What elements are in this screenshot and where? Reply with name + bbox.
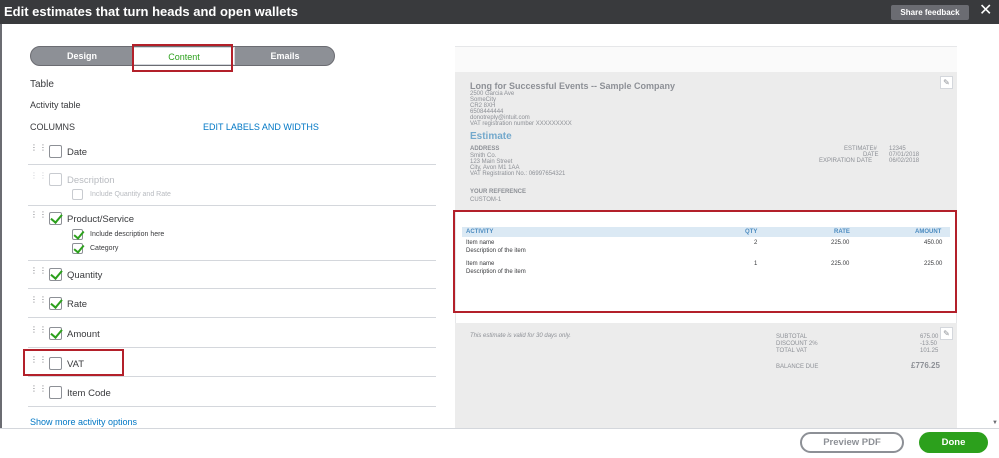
section-title: Table — [30, 79, 54, 90]
address-heading: ADDRESS — [470, 146, 500, 152]
subsection-title: Activity table — [30, 100, 81, 110]
done-button[interactable]: Done — [919, 432, 988, 453]
show-more-options-link[interactable]: Show more activity options — [30, 417, 137, 427]
content-tab-highlight — [132, 44, 233, 72]
window-title: Edit estimates that turn heads and open … — [4, 4, 299, 19]
drag-handle-icon[interactable]: ⋮⋮ — [30, 296, 47, 307]
drag-handle-icon[interactable]: ⋮⋮ — [30, 172, 47, 183]
validity-note: This estimate is valid for 30 days only. — [470, 333, 571, 339]
column-label-rate: Rate — [67, 299, 88, 310]
checkbox-product-service[interactable] — [49, 212, 62, 225]
totals-label: DISCOUNT 2% — [776, 341, 818, 347]
balance-label: BALANCE DUE — [776, 364, 819, 370]
checkbox-amount[interactable] — [49, 327, 62, 340]
sub-label-include-description: Include description here — [90, 231, 165, 238]
sub-label-include-qty-rate: Include Quantity and Rate — [90, 191, 171, 198]
divider — [28, 164, 436, 165]
meta-label: EXPIRATION DATE — [819, 158, 873, 164]
scrollbar[interactable]: ▼ — [992, 24, 999, 428]
company-line: VAT registration number XXXXXXXXX — [470, 121, 572, 127]
totals-label: SUBTOTAL — [776, 334, 808, 340]
drag-handle-icon[interactable]: ⋮⋮ — [30, 267, 47, 278]
preview-pdf-button[interactable]: Preview PDF — [800, 432, 904, 453]
totals-label: TOTAL VAT — [776, 348, 808, 354]
frame-edge — [0, 24, 2, 458]
share-feedback-button[interactable]: Share feedback — [891, 5, 969, 20]
totals-value: 675.00 — [920, 334, 939, 340]
divider — [28, 376, 436, 377]
activity-table-highlight — [453, 210, 957, 313]
checkbox-include-description[interactable] — [72, 229, 83, 240]
meta-value: 06/02/2018 — [889, 158, 920, 164]
drag-handle-icon[interactable]: ⋮⋮ — [30, 144, 47, 155]
balance-value: £776.25 — [911, 361, 940, 370]
tab-design[interactable]: Design — [31, 47, 133, 65]
drag-handle-icon[interactable]: ⋮⋮ — [30, 326, 47, 337]
divider — [28, 317, 436, 318]
scroll-down-icon[interactable]: ▼ — [992, 420, 998, 426]
checkbox-category[interactable] — [72, 243, 83, 254]
checkbox-quantity[interactable] — [49, 268, 62, 281]
vat-row-highlight — [23, 349, 124, 376]
column-label-description: Description — [67, 175, 115, 186]
columns-heading: COLUMNS — [30, 122, 76, 132]
close-icon[interactable]: ✕ — [979, 2, 992, 20]
divider — [28, 406, 436, 407]
checkbox-item-code[interactable] — [49, 386, 62, 399]
checkbox-date[interactable] — [49, 145, 62, 158]
title-bar: Edit estimates that turn heads and open … — [0, 0, 999, 24]
column-label-amount: Amount — [67, 329, 100, 340]
divider — [28, 205, 436, 206]
column-label-date: Date — [67, 147, 88, 158]
totals-value: -13.50 — [920, 341, 938, 347]
preview-header-block[interactable] — [455, 72, 957, 210]
edit-footer-icon[interactable]: ✎ — [940, 327, 953, 340]
preview-company-name: Long for Successful Events -- Sample Com… — [470, 81, 676, 91]
preview-top-strip — [455, 47, 957, 72]
tab-emails[interactable]: Emails — [235, 47, 335, 65]
column-label-quantity: Quantity — [67, 270, 103, 281]
divider — [28, 288, 436, 289]
divider — [28, 347, 436, 348]
divider — [28, 260, 436, 261]
totals-value: 101.25 — [920, 348, 939, 354]
checkbox-include-qty-rate[interactable] — [72, 189, 83, 200]
edit-header-icon[interactable]: ✎ — [940, 76, 953, 89]
column-label-product-service: Product/Service — [67, 214, 135, 225]
checkbox-description[interactable] — [49, 173, 62, 186]
preview-doc-title: Estimate — [470, 131, 512, 142]
column-label-item-code: Item Code — [67, 388, 111, 399]
reference-heading: YOUR REFERENCE — [470, 189, 527, 195]
reference-value: CUSTOM-1 — [470, 197, 502, 203]
sub-label-category: Category — [90, 245, 119, 252]
edit-labels-link[interactable]: EDIT LABELS AND WIDTHS — [203, 122, 319, 132]
drag-handle-icon[interactable]: ⋮⋮ — [30, 211, 47, 222]
checkbox-rate[interactable] — [49, 297, 62, 310]
drag-handle-icon[interactable]: ⋮⋮ — [30, 385, 47, 396]
address-line: VAT Registration No.: 06997654321 — [470, 171, 566, 177]
